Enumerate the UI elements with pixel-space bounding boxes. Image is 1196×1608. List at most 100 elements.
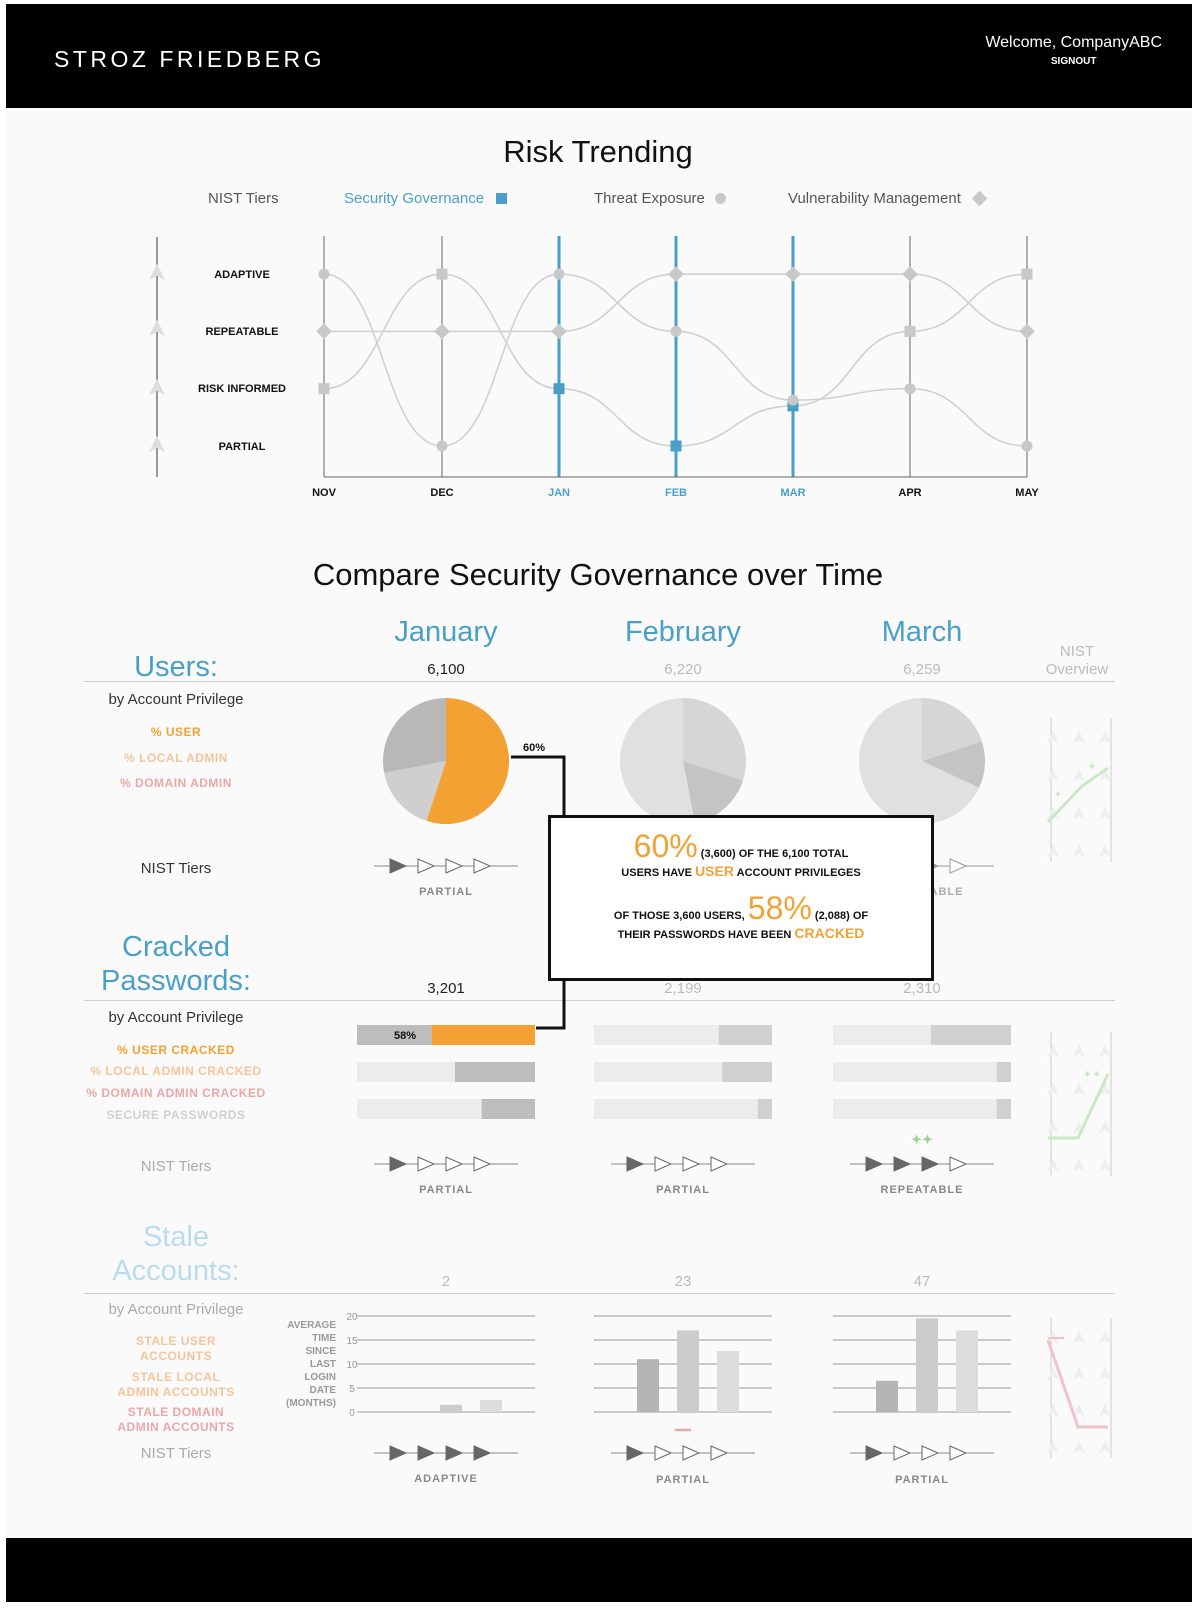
cracked-bar-fill — [718, 1025, 772, 1045]
cracked-tier-mar-arrow-icon — [865, 1156, 884, 1172]
cracked-overview-arrow-icon — [1047, 1120, 1059, 1134]
users-tier-jan-arrow-icon — [445, 858, 464, 874]
stale-axis-title: LAST — [310, 1359, 336, 1370]
users-overview-arrow-icon — [1047, 844, 1059, 858]
popup-pct-cracked: 58% — [747, 890, 812, 926]
detail-popup[interactable]: 60% (3,600) OF THE 6,100 TOTAL USERS HAV… — [548, 815, 934, 981]
users-overview-arrow-icon — [1099, 806, 1111, 820]
stale-bar — [480, 1400, 502, 1412]
stale-overview-arrow-icon — [1073, 1330, 1085, 1344]
stale-bar — [876, 1380, 898, 1412]
overview-star-icon: ✦✦ — [1083, 1069, 1101, 1081]
stale-overview-arrow-icon — [1073, 1440, 1085, 1454]
stale-tier-feb-arrow-icon — [654, 1445, 673, 1461]
stale-tier-mar-arrow-icon — [949, 1445, 968, 1461]
users-overview-arrow-icon — [1047, 768, 1059, 782]
stale-tier-jan-arrow-icon — [389, 1445, 408, 1461]
cracked-bar-track — [833, 1062, 1011, 1082]
stale-tier-mar-arrow-icon — [865, 1445, 884, 1461]
popup-text-4a: THEIR PASSWORDS HAVE BEEN — [617, 929, 792, 941]
stale-axis-title: (MONTHS) — [286, 1398, 336, 1409]
popup-highlight-user: USER — [695, 863, 734, 879]
compare-graphics: 60%58%✦✦AVERAGETIMESINCELASTLOGINDATE(MO… — [286, 698, 1112, 1461]
stale-overview-arrow-icon — [1047, 1403, 1059, 1418]
stale-tick-label: 0 — [349, 1408, 355, 1419]
popup-text-2b: ACCOUNT PRIVILEGES — [736, 867, 861, 879]
stale-tier-feb-arrow-icon — [710, 1445, 729, 1461]
stale-tier-jan-arrow-icon — [445, 1445, 464, 1461]
users-tier-jan-arrow-icon — [473, 858, 492, 874]
popup-text-1: (3,600) OF THE 6,100 TOTAL — [700, 848, 849, 860]
stale-axis-title: DATE — [310, 1385, 337, 1396]
stale-bar — [717, 1351, 739, 1412]
stale-overview-arrow-icon — [1099, 1440, 1111, 1454]
users-overview-arrow-icon — [1073, 730, 1085, 744]
cracked-tier-jan-arrow-icon — [389, 1156, 408, 1172]
stale-tick-label: 20 — [346, 1312, 358, 1323]
users-pie-jan-slice — [383, 698, 446, 773]
cracked-bar-fill — [930, 1025, 1011, 1045]
cracked-overview-arrow-icon — [1047, 1044, 1059, 1058]
stale-tier-feb-arrow-icon — [626, 1445, 645, 1461]
cracked-bar-fill — [996, 1062, 1011, 1082]
cracked-tier-feb-arrow-icon — [654, 1156, 673, 1172]
cracked-tier-mar-arrow-icon — [949, 1156, 968, 1172]
cracked-bar-fill — [996, 1099, 1011, 1119]
cracked-tier-jan-arrow-icon — [445, 1156, 464, 1172]
cracked-overview-arrow-icon — [1047, 1082, 1059, 1096]
stale-tier-mar-arrow-icon — [921, 1445, 940, 1461]
stale-tick-label: 10 — [346, 1360, 358, 1371]
cracked-bar-track — [594, 1099, 772, 1119]
cracked-tier-mar-arrow-icon — [893, 1156, 912, 1172]
cracked-tier-feb-arrow-icon — [626, 1156, 645, 1172]
cracked-overview-arrow-icon — [1099, 1044, 1111, 1058]
stale-axis-title: SINCE — [305, 1346, 336, 1357]
users-tier-jan-arrow-icon — [389, 858, 408, 874]
tier-change-icon: ✦✦ — [911, 1132, 933, 1147]
bottom-bar — [6, 1538, 1192, 1602]
cracked-tier-feb-arrow-icon — [710, 1156, 729, 1172]
cracked-tier-jan-arrow-icon — [417, 1156, 436, 1172]
cracked-overview-arrow-icon — [1073, 1158, 1085, 1172]
stale-tier-jan-arrow-icon — [473, 1445, 492, 1461]
stale-bar — [440, 1404, 462, 1412]
popup-highlight-cracked: CRACKED — [794, 925, 865, 941]
popup-text-3b: (2,088) OF — [814, 910, 869, 922]
cracked-overview-arrow-icon — [1047, 1158, 1059, 1172]
cracked-tier-jan-arrow-icon — [473, 1156, 492, 1172]
overview-star-icon: ✦ — [1087, 761, 1096, 773]
users-tier-jan-arrow-icon — [417, 858, 436, 874]
cracked-overview-arrow-icon — [1073, 1044, 1085, 1058]
stale-tick-label: 15 — [346, 1336, 358, 1347]
cracked-bar-fill — [757, 1099, 772, 1119]
cracked-bar-label: 58% — [394, 1030, 416, 1042]
cracked-tier-mar-arrow-icon — [921, 1156, 940, 1172]
cracked-bar-track — [833, 1099, 1011, 1119]
popup-text-3a: OF THOSE 3,600 USERS, — [613, 910, 745, 922]
stale-tier-feb-arrow-icon — [682, 1445, 701, 1461]
popup-pct-users: 60% — [633, 828, 698, 864]
cracked-overview-arrow-icon — [1073, 1082, 1085, 1096]
users-overview-arrow-icon — [1073, 806, 1085, 820]
cracked-overview-arrow-icon — [1099, 1120, 1111, 1134]
popup-line-1: 60% (3,600) OF THE 6,100 TOTAL USERS HAV… — [551, 830, 931, 882]
popup-line-2: OF THOSE 3,600 USERS, 58% (2,088) OF THE… — [551, 892, 931, 944]
stale-axis-title: LOGIN — [304, 1372, 336, 1383]
users-overview-arrow-icon — [1099, 730, 1111, 744]
users-overview-arrow-icon — [1047, 730, 1059, 744]
users-overview-arrow-icon — [1073, 844, 1085, 858]
stale-overview-arrow-icon — [1099, 1403, 1111, 1418]
overview-star-icon: ✦ — [1053, 789, 1062, 801]
stale-bar — [677, 1330, 699, 1412]
users-overview-arrow-icon — [1099, 844, 1111, 858]
stale-axis-title: TIME — [312, 1333, 336, 1344]
users-overview-arrow-icon — [1073, 768, 1085, 782]
users-tier-mar-arrow-icon — [949, 858, 968, 874]
popup-text-2a: USERS HAVE — [621, 867, 692, 879]
stale-tier-jan-arrow-icon — [417, 1445, 436, 1461]
cracked-tier-feb-arrow-icon — [682, 1156, 701, 1172]
stale-overview-arrow-icon — [1099, 1330, 1111, 1344]
cracked-bar-fill — [481, 1099, 535, 1119]
cracked-bar-fill — [454, 1062, 535, 1082]
callout-connector — [511, 755, 566, 815]
